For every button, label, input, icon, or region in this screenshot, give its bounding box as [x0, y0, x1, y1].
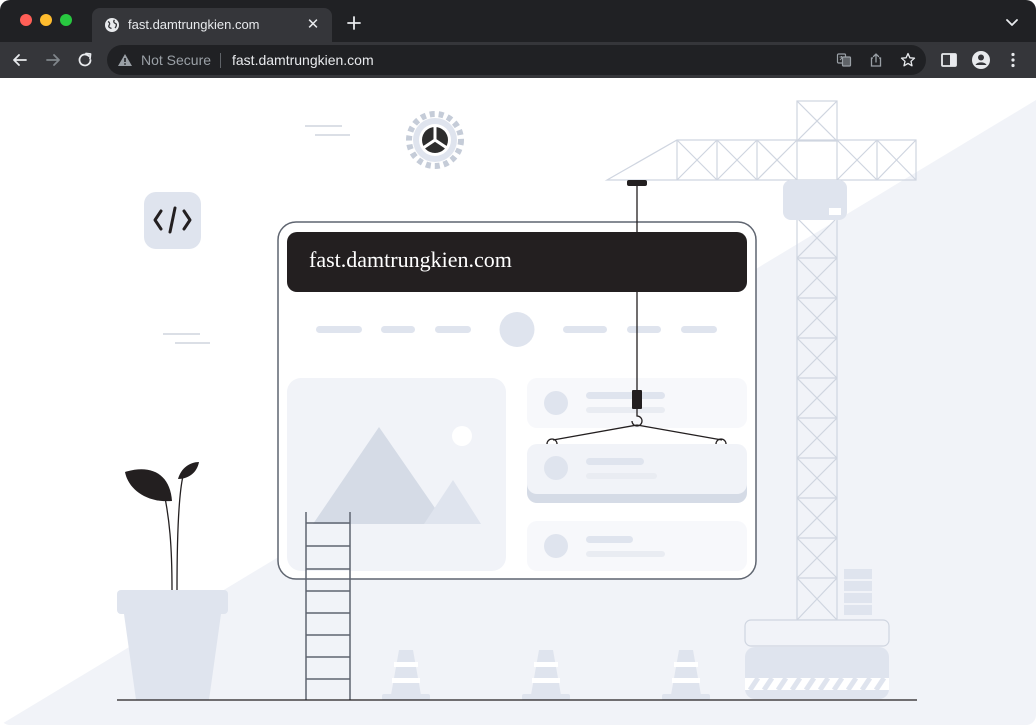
globe-icon	[105, 18, 119, 32]
tab-strip: fast.damtrungkien.com ✕	[0, 0, 1036, 42]
crane-base	[744, 619, 890, 699]
crane-cab	[783, 180, 847, 220]
side-panel-icon[interactable]	[939, 50, 959, 70]
warning-icon[interactable]	[117, 53, 133, 67]
page-content: fast.damtrungkien.com	[0, 78, 1036, 725]
translate-icon[interactable]	[836, 52, 852, 68]
list-item-placeholder	[527, 444, 747, 503]
forward-arrow-icon[interactable]	[43, 50, 63, 70]
site-title-banner: fast.damtrungkien.com	[287, 232, 747, 292]
new-tab-icon[interactable]	[344, 13, 364, 33]
browser-tab[interactable]: fast.damtrungkien.com ✕	[92, 8, 332, 42]
tab-search-chevron-icon[interactable]	[1004, 14, 1020, 30]
security-status-label[interactable]: Not Secure	[141, 52, 211, 68]
reload-icon[interactable]	[75, 50, 95, 70]
back-arrow-icon[interactable]	[10, 50, 30, 70]
url-text[interactable]: fast.damtrungkien.com	[232, 52, 374, 68]
under-construction-illustration	[0, 100, 1036, 725]
site-title: fast.damtrungkien.com	[309, 247, 512, 272]
close-window-button[interactable]	[20, 14, 32, 26]
list-item-placeholder	[527, 521, 747, 571]
browser-window: fast.damtrungkien.com ✕ Not Secure fast.…	[0, 0, 1036, 725]
gear-icon	[406, 111, 464, 169]
code-tag-icon	[144, 192, 201, 249]
more-menu-icon[interactable]	[1003, 50, 1023, 70]
maximize-window-button[interactable]	[60, 14, 72, 26]
tab-title: fast.damtrungkien.com	[128, 17, 260, 32]
browser-toolbar: Not Secure fast.damtrungkien.com	[0, 42, 1036, 78]
bookmark-star-icon[interactable]	[900, 52, 916, 68]
potted-plant	[117, 462, 228, 700]
address-bar[interactable]: Not Secure fast.damtrungkien.com	[107, 45, 926, 75]
close-tab-icon[interactable]: ✕	[304, 16, 322, 34]
minimize-window-button[interactable]	[40, 14, 52, 26]
profile-avatar-icon[interactable]	[971, 50, 991, 70]
image-placeholder	[287, 378, 506, 571]
share-icon[interactable]	[868, 52, 884, 68]
address-divider	[220, 53, 221, 68]
